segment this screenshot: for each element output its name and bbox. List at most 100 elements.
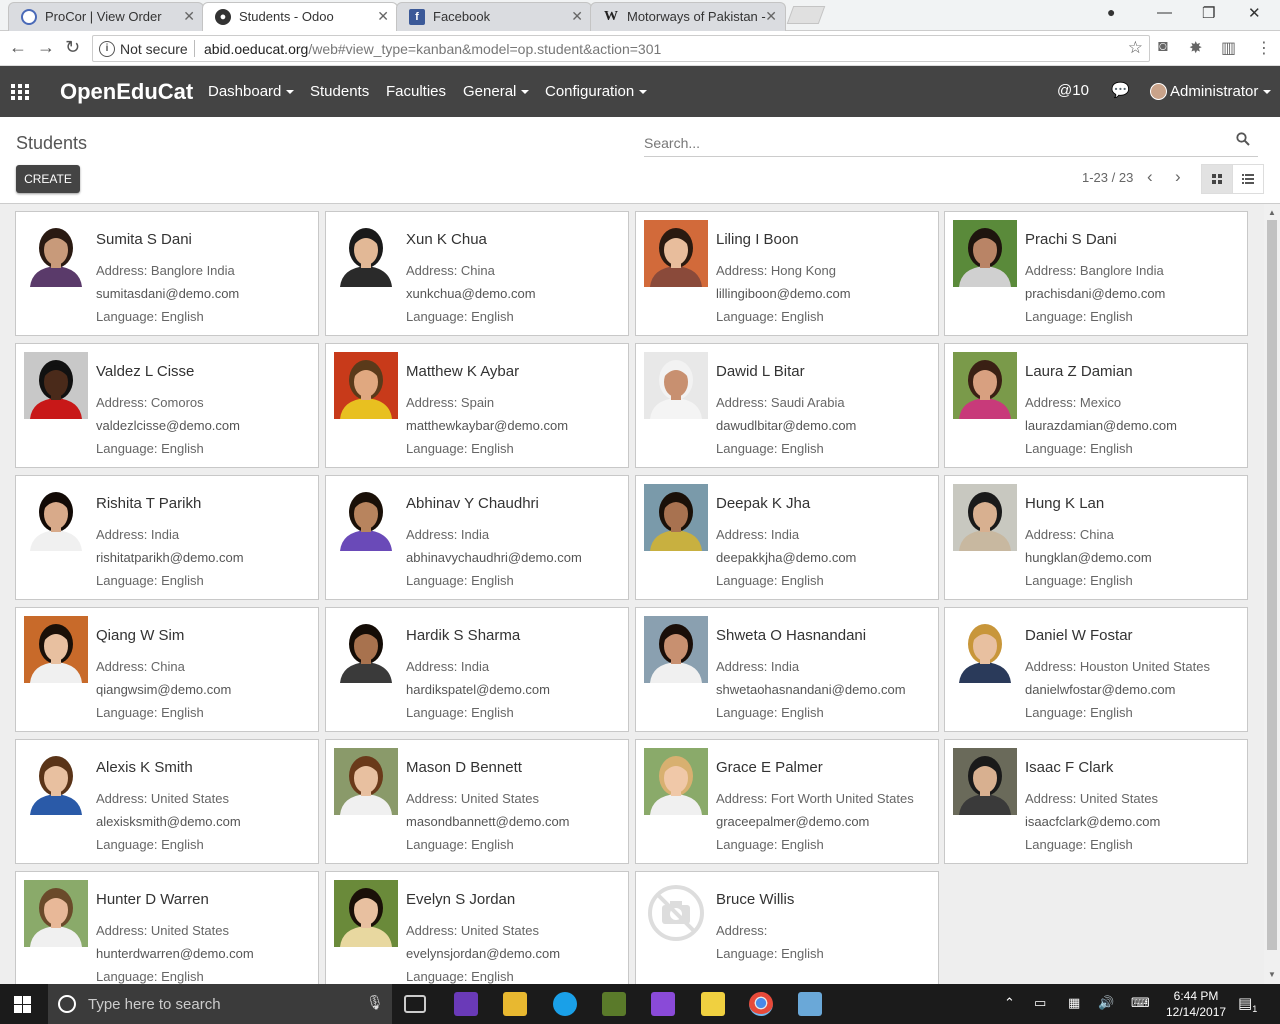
close-tab-icon[interactable]: ✕ [183,8,195,25]
student-card[interactable]: Hunter D Warren Address: United States hun… [15,871,319,984]
student-photo [334,616,398,683]
scrollbar[interactable]: ▲ ▼ [1264,204,1280,984]
kanban-view-button[interactable] [1201,164,1233,194]
student-portrait [24,352,88,419]
info-icon[interactable]: i [99,41,115,57]
browser-tab-students[interactable]: ● Students - Odoo ✕ [202,2,398,32]
pager-previous-icon[interactable]: ‹ [1147,167,1153,187]
menu-faculties[interactable]: Faculties [386,83,446,100]
student-email: masondbannett@demo.com [406,814,570,829]
pager-next-icon[interactable]: › [1175,167,1181,187]
chat-icon[interactable]: 💬 [1111,81,1130,99]
user-avatar[interactable] [1150,83,1167,100]
student-card[interactable]: Xun K Chua Address: China xunkchua@demo.co… [325,211,629,336]
student-card[interactable]: Liling I Boon Address: Hong Kong lillingib… [635,211,939,336]
close-window-icon[interactable]: ✕ [1248,4,1261,22]
student-card[interactable]: Shweta O Hasnandani Address: India shwetao… [635,607,939,732]
app-switcher-icon[interactable] [11,84,29,100]
user-menu[interactable]: Administrator [1170,83,1272,100]
student-card[interactable]: Sumita S Dani Address: Banglore India sumi… [15,211,319,336]
volume-icon[interactable]: 🔊 [1098,995,1114,1011]
close-tab-icon[interactable]: ✕ [571,8,583,25]
notifications-icon[interactable]: ▤1 [1238,994,1257,1014]
menu-students[interactable]: Students [310,83,369,100]
new-tab-button[interactable] [786,6,826,24]
puzzle-extension-icon[interactable]: ✸ [1189,38,1202,58]
messages-count: 10 [1072,82,1089,99]
student-card[interactable]: Isaac F Clark Address: United States isaac… [944,739,1248,864]
chrome-menu-icon[interactable]: ⋮ [1256,38,1272,58]
student-card[interactable]: Dawid L Bitar Address: Saudi Arabia dawudl… [635,343,939,468]
url-path: /web#view_type=kanban&model=op.student&a… [308,41,662,57]
menu-configuration[interactable]: Configuration [545,83,648,100]
battery-icon[interactable]: ▭ [1034,995,1046,1011]
restore-icon[interactable]: ❐ [1202,4,1215,22]
student-name: Hunter D Warren [96,891,209,908]
tray-chevron-icon[interactable]: ⌃ [1004,995,1015,1011]
visual-studio-2-icon[interactable] [651,992,675,1016]
microphone-icon[interactable]: 🎙 [366,994,384,1011]
student-card[interactable]: Hung K Lan Address: China hungklan@demo.co… [944,475,1248,600]
student-language: Language: English [96,309,204,324]
windows-start-icon[interactable] [14,996,31,1013]
profile-icon[interactable]: ● [1107,4,1115,20]
url-text[interactable]: abid.oeducat.org/web#view_type=kanban&mo… [204,41,661,57]
cortana-icon [58,995,76,1013]
student-email: hunterdwarren@demo.com [96,946,254,961]
menu-general[interactable]: General [463,83,530,100]
camera-extension-icon[interactable]: ◙ [1158,38,1168,56]
taskbar-search[interactable]: Type here to search 🎙 [48,984,392,1024]
task-view-icon[interactable] [404,995,426,1013]
student-card[interactable]: Bruce Willis Address: Language: English [635,871,939,984]
student-card[interactable]: Alexis K Smith Address: United States alex… [15,739,319,864]
student-card[interactable]: Grace E Palmer Address: Fort Worth United… [635,739,939,864]
menu-dashboard[interactable]: Dashboard [208,83,295,100]
student-card[interactable]: Evelyn S Jordan Address: United States eve… [325,871,629,984]
taskbar-clock[interactable]: 6:44 PM 12/14/2017 [1166,988,1226,1020]
file-explorer-icon[interactable] [503,992,527,1016]
url-bar[interactable]: i Not secure abid.oeducat.org/web#view_t… [92,35,1150,62]
search-icon[interactable] [1236,132,1250,146]
chrome-icon[interactable] [749,992,773,1016]
student-card[interactable]: Hardik S Sharma Address: India hardikspate… [325,607,629,732]
browser-tab-wikipedia[interactable]: W Motorways of Pakistan - ✕ [590,2,786,31]
close-tab-icon[interactable]: ✕ [377,8,389,25]
app-icon[interactable] [798,992,822,1016]
bookmark-star-icon[interactable]: ☆ [1128,38,1143,58]
messages-indicator[interactable]: @10 [1057,82,1089,99]
forward-icon[interactable]: → [37,37,55,58]
scrollbar-thumb[interactable] [1267,220,1277,950]
network-icon[interactable]: ▦ [1068,995,1080,1011]
search-input[interactable] [644,135,1224,151]
list-view-button[interactable] [1232,164,1264,194]
student-card[interactable]: Mason D Bennett Address: United States mas… [325,739,629,864]
close-tab-icon[interactable]: ✕ [765,8,777,25]
student-name: Mason D Bennett [406,759,522,776]
student-card[interactable]: Matthew K Aybar Address: Spain matthewkayb… [325,343,629,468]
minimize-icon[interactable]: — [1157,4,1172,21]
sticky-notes-icon[interactable] [701,992,725,1016]
app-brand[interactable]: OpenEduCat [60,79,193,105]
browser-tab-facebook[interactable]: f Facebook ✕ [396,2,592,31]
create-button[interactable]: CREATE [16,165,80,193]
student-card[interactable]: Rishita T Parikh Address: India rishitatpa… [15,475,319,600]
tools-icon[interactable] [602,992,626,1016]
browser-tab-procor[interactable]: ProCor | View Order ✕ [8,2,204,31]
skype-icon[interactable] [553,992,577,1016]
visual-studio-icon[interactable] [454,992,478,1016]
student-card[interactable]: Prachi S Dani Address: Banglore India prac… [944,211,1248,336]
bookmark-manager-icon[interactable]: ▥ [1221,38,1236,58]
back-icon[interactable]: ← [9,37,27,58]
keyboard-icon[interactable]: ⌨ [1131,995,1150,1011]
student-card[interactable]: Deepak K Jha Address: India deepakkjha@dem… [635,475,939,600]
scroll-down-icon[interactable]: ▼ [1268,970,1276,979]
student-card[interactable]: Valdez L Cisse Address: Comoros valdezlcis… [15,343,319,468]
student-card[interactable]: Laura Z Damian Address: Mexico laurazdamia… [944,343,1248,468]
student-card[interactable]: Qiang W Sim Address: China qiangwsim@demo.… [15,607,319,732]
student-card[interactable]: Daniel W Fostar Address: Houston United S… [944,607,1248,732]
student-portrait [953,748,1017,815]
student-card[interactable]: Abhinav Y Chaudhri Address: India abhinavy… [325,475,629,600]
scroll-up-icon[interactable]: ▲ [1268,208,1276,217]
reload-icon[interactable]: ↻ [65,37,80,58]
pager-value[interactable]: 1-23 / 23 [1082,170,1133,185]
